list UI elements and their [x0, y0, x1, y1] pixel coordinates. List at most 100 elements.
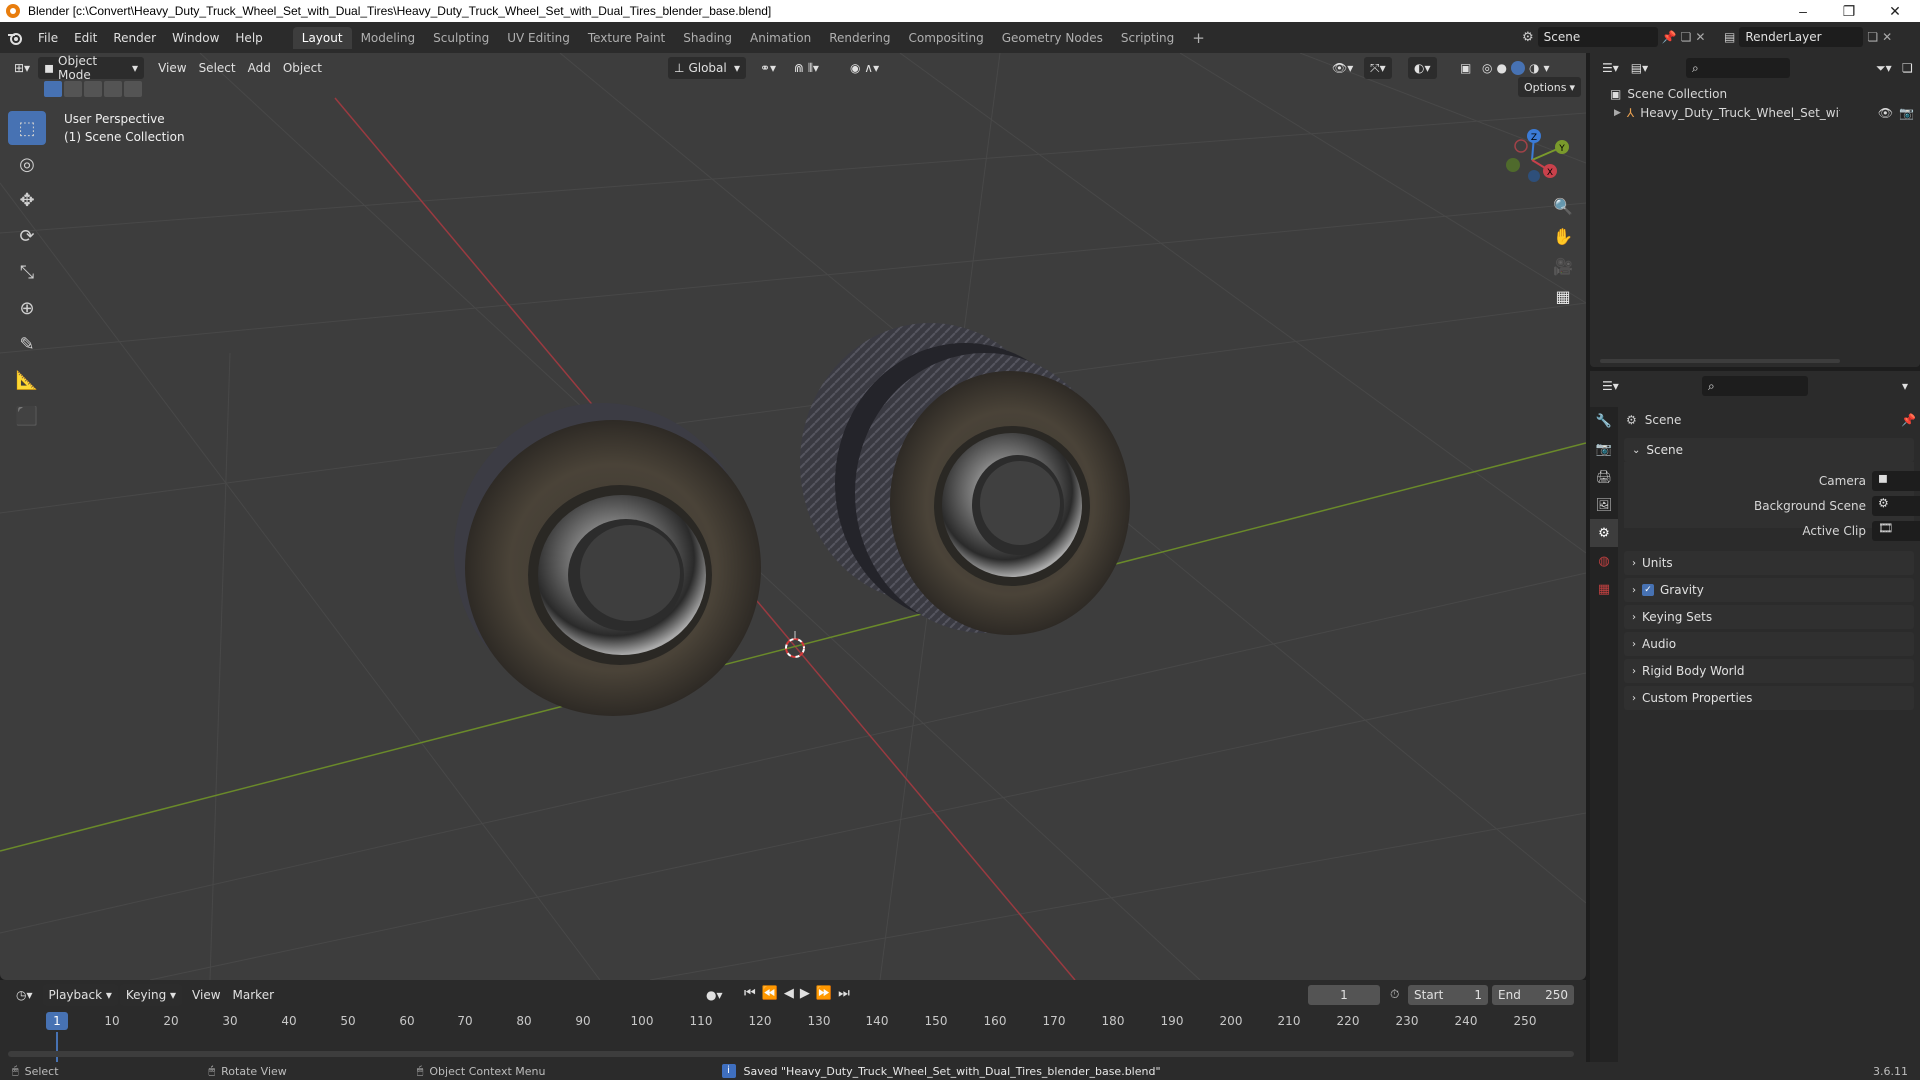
material-preview-shading-icon[interactable]: [1510, 61, 1525, 75]
world-tab-icon[interactable]: ◍: [1590, 547, 1618, 575]
tab-layout[interactable]: Layout: [292, 26, 352, 49]
menu-keying[interactable]: Keying ▾: [119, 984, 183, 1006]
eye-visibility-icon[interactable]: 👁: [1878, 106, 1893, 120]
outliner-editor-type-icon[interactable]: ☰▾: [1596, 57, 1625, 79]
rigid-body-world-panel-header[interactable]: › Rigid Body World: [1624, 659, 1914, 683]
overlay-toggle-icon[interactable]: ◐▾: [1408, 57, 1437, 79]
menu-file[interactable]: File: [30, 31, 66, 45]
mode-selector[interactable]: ◼ Object Mode ▾: [38, 54, 145, 82]
3d-viewport[interactable]: ⊞▾ ◼ Object Mode ▾ View Select Add Objec…: [0, 53, 1586, 980]
scene-panel-header[interactable]: ⌄ Scene: [1624, 438, 1914, 462]
xray-toggle-icon[interactable]: ▣: [1454, 57, 1477, 79]
properties-editor-type-icon[interactable]: ☰▾: [1596, 375, 1625, 397]
visibility-icon[interactable]: 👁▾: [1326, 57, 1359, 79]
pin-icon[interactable]: 📌: [1901, 413, 1916, 427]
tab-uv-editing[interactable]: UV Editing: [498, 27, 579, 49]
select-new-icon[interactable]: [44, 81, 62, 97]
playhead-frame-indicator[interactable]: 1: [46, 1012, 68, 1030]
custom-properties-panel-header[interactable]: › Custom Properties: [1624, 686, 1914, 710]
view-layer-selector[interactable]: RenderLayer: [1739, 27, 1864, 47]
menu-edit[interactable]: Edit: [66, 31, 105, 45]
add-workspace-button[interactable]: +: [1183, 25, 1214, 51]
perspective-toggle-icon[interactable]: ▦: [1548, 281, 1578, 311]
timeline-ruler[interactable]: 1 10 20 30 40 50 60 70 80 90 100 110 120…: [0, 1010, 1586, 1032]
tab-animation[interactable]: Animation: [741, 27, 820, 49]
current-frame-field[interactable]: 1: [1308, 985, 1380, 1005]
menu-playback[interactable]: Playback ▾: [42, 984, 118, 1006]
proportional-editing-icon[interactable]: ◉ ∧▾: [844, 57, 885, 79]
tab-geometry-nodes[interactable]: Geometry Nodes: [993, 27, 1112, 49]
tab-scripting[interactable]: Scripting: [1112, 27, 1183, 49]
left-wheel-mesh[interactable]: [454, 403, 761, 716]
audio-panel-header[interactable]: › Audio: [1624, 632, 1914, 656]
play-reverse-icon[interactable]: ◀: [784, 986, 794, 1001]
menu-add[interactable]: Add: [242, 57, 277, 79]
active-clip-field[interactable]: 🎞: [1872, 521, 1920, 541]
preview-range-icon[interactable]: ⏱: [1390, 987, 1399, 1002]
tab-shading[interactable]: Shading: [674, 27, 741, 49]
snap-icon[interactable]: ⋒ ⫴▾: [788, 57, 825, 79]
maximize-button[interactable]: ❐: [1826, 0, 1872, 22]
pan-hand-icon[interactable]: ✋: [1548, 221, 1578, 251]
background-scene-field[interactable]: ⚙: [1872, 496, 1920, 516]
select-subtract-icon[interactable]: [84, 81, 102, 97]
outliner-scrollbar[interactable]: [1600, 359, 1840, 363]
properties-search-input[interactable]: ⌕: [1702, 376, 1808, 396]
tab-compositing[interactable]: Compositing: [899, 27, 992, 49]
editor-type-icon[interactable]: ⊞▾: [8, 57, 36, 79]
blender-menu-icon[interactable]: [0, 31, 30, 45]
texture-tab-icon[interactable]: ▦: [1590, 575, 1618, 603]
select-invert-icon[interactable]: [104, 81, 122, 97]
tool-tab-icon[interactable]: 🔧: [1590, 407, 1618, 435]
properties-options-icon[interactable]: ▾: [1896, 375, 1914, 397]
gravity-checkbox[interactable]: ✓: [1642, 584, 1654, 596]
tab-sculpting[interactable]: Sculpting: [424, 27, 498, 49]
camera-field[interactable]: ◼ ✎: [1872, 471, 1920, 491]
new-collection-icon[interactable]: ❏: [1896, 57, 1919, 79]
new-view-layer-icon[interactable]: ❏: [1867, 30, 1878, 44]
select-extend-icon[interactable]: [64, 81, 82, 97]
select-box-tool-icon[interactable]: ⬚: [8, 111, 46, 145]
delete-scene-icon[interactable]: ✕: [1695, 30, 1705, 44]
scene-selector[interactable]: Scene: [1537, 27, 1658, 47]
playhead-line[interactable]: [56, 1032, 58, 1062]
keying-sets-panel-header[interactable]: › Keying Sets: [1624, 605, 1914, 629]
outliner-search-input[interactable]: ⌕: [1686, 58, 1790, 78]
start-frame-field[interactable]: Start 1: [1408, 985, 1488, 1005]
rendered-shading-icon[interactable]: ◑: [1529, 61, 1539, 75]
neg-x-axis-icon[interactable]: [1514, 139, 1528, 153]
close-button[interactable]: ✕: [1872, 0, 1918, 22]
jump-to-start-icon[interactable]: ⏮: [744, 986, 756, 1001]
play-icon[interactable]: ▶: [800, 986, 810, 1001]
move-tool-icon[interactable]: ✥: [8, 183, 46, 217]
display-mode-icon[interactable]: ▤▾: [1625, 57, 1654, 79]
delete-view-layer-icon[interactable]: ✕: [1882, 30, 1892, 44]
menu-object[interactable]: Object: [277, 57, 328, 79]
auto-keying-icon[interactable]: ●▾: [700, 984, 729, 1006]
viewport-scene[interactable]: [0, 53, 1586, 980]
solid-shading-icon[interactable]: ●: [1496, 61, 1506, 75]
outliner-row-scene-collection[interactable]: ▣ Scene Collection: [1610, 87, 1727, 101]
output-tab-icon[interactable]: 🖨: [1590, 463, 1618, 491]
add-cube-tool-icon[interactable]: ⬛: [8, 399, 46, 433]
tab-texture-paint[interactable]: Texture Paint: [579, 27, 674, 49]
menu-help[interactable]: Help: [227, 31, 270, 45]
jump-to-keyframe-next-icon[interactable]: ⏩: [816, 986, 832, 1001]
tab-rendering[interactable]: Rendering: [820, 27, 899, 49]
camera-view-icon[interactable]: 🎥: [1548, 251, 1578, 281]
menu-select[interactable]: Select: [193, 57, 242, 79]
end-frame-field[interactable]: End 250: [1492, 985, 1574, 1005]
wireframe-shading-icon[interactable]: ◎: [1482, 61, 1492, 75]
neg-y-axis-icon[interactable]: [1506, 158, 1520, 172]
menu-timeline-view[interactable]: View: [186, 984, 226, 1006]
camera-render-icon[interactable]: 📷: [1899, 106, 1914, 120]
zoom-icon[interactable]: 🔍: [1548, 191, 1578, 221]
jump-to-keyframe-prev-icon[interactable]: ⏪: [762, 986, 778, 1001]
pivot-point-icon[interactable]: ⚭▾: [754, 57, 782, 79]
menu-marker[interactable]: Marker: [227, 984, 280, 1006]
scene-icon[interactable]: ⚙: [1522, 30, 1534, 45]
transform-orientation-selector[interactable]: ⊥ Global ▾: [668, 57, 746, 79]
select-intersect-icon[interactable]: [124, 81, 142, 97]
minimize-button[interactable]: –: [1780, 0, 1826, 22]
outliner-row-object[interactable]: ▶ ⅄ Heavy_Duty_Truck_Wheel_Set_with_Du 👁…: [1614, 106, 1914, 120]
